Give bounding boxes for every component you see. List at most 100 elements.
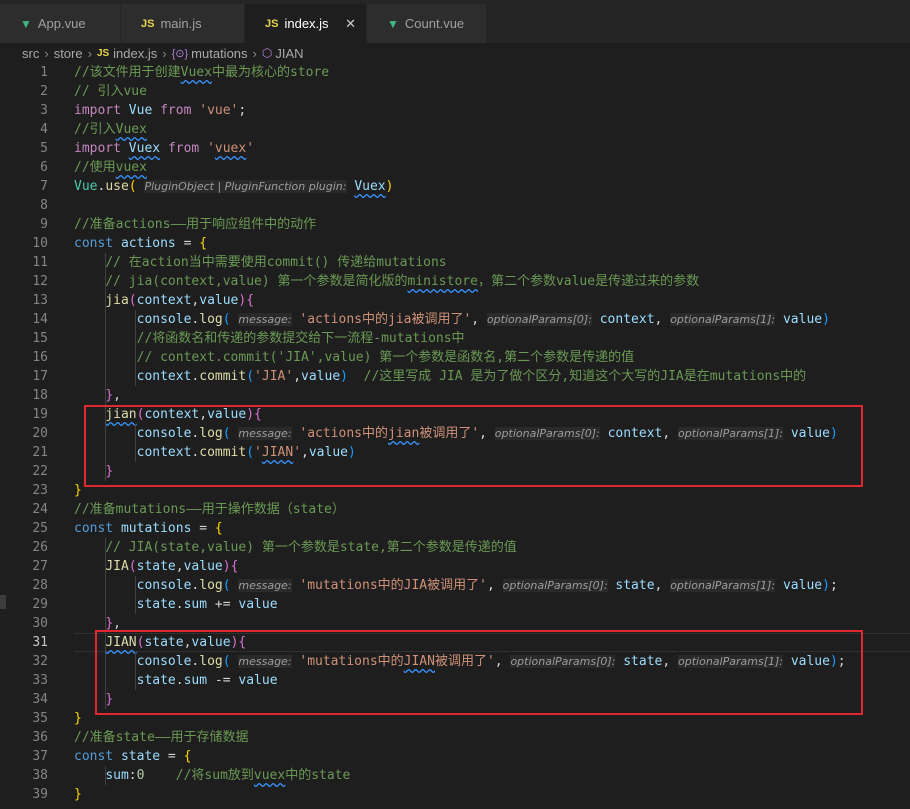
code-text: JIA(state,value){ — [74, 557, 238, 576]
code-line[interactable]: 39} — [0, 785, 910, 804]
line-number: 4 — [40, 122, 48, 137]
code-token: Vuex — [128, 141, 161, 156]
code-line[interactable]: 3 import Vue from 'vue'; — [0, 101, 910, 120]
code-line[interactable]: 5 import Vuex from 'vuex' — [0, 139, 910, 158]
code-text: import Vuex from 'vuex' — [74, 139, 254, 158]
code-line[interactable]: 12 // jia(context,value) 第一个参数是简化版的minis… — [0, 272, 910, 291]
line-number: 6 — [40, 160, 48, 175]
code-line[interactable]: 18 }, — [0, 386, 910, 405]
line-number: 5 — [40, 141, 48, 156]
code-token: , — [293, 369, 302, 384]
code-token: ) — [822, 578, 830, 593]
code-token: value — [238, 597, 278, 612]
code-token: console — [136, 312, 192, 327]
code-line[interactable]: 7 Vue.use( PluginObject | PluginFunction … — [0, 177, 910, 196]
line-number: 20 — [32, 426, 48, 441]
line-number: 30 — [32, 616, 48, 631]
breadcrumb-item[interactable]: mutations — [191, 46, 247, 61]
code-line[interactable]: 1 //该文件用于创建Vuex中最为核心的store — [0, 63, 910, 82]
line-number: 25 — [32, 521, 48, 536]
tab-app-vue[interactable]: ▼ App.vue — [0, 4, 120, 43]
js-file-icon: JS — [265, 17, 279, 30]
tab-label: main.js — [160, 16, 202, 31]
code-token: //将函数名和传递的参数提交给下一流程-mutations中 — [136, 331, 465, 346]
code-line[interactable]: 8 — [0, 196, 910, 215]
code-text: // jia(context,value) 第一个参数是简化版的ministor… — [74, 272, 699, 291]
code-line[interactable]: 11 // 在action当中需要使用commit() 传递给mutations — [0, 253, 910, 272]
tab-index-js[interactable]: JS index.js ✕ — [245, 4, 366, 43]
line-number: 21 — [32, 445, 48, 460]
breadcrumb-item[interactable]: index.js — [113, 46, 157, 61]
code-token: = — [175, 236, 200, 251]
inlay-hint: optionalParams[0]: — [502, 579, 608, 592]
code-line[interactable]: 29 state.sum += value — [0, 595, 910, 614]
line-number: 12 — [32, 274, 48, 289]
code-text: jia(context,value){ — [74, 291, 254, 310]
tab-bar: ▼ App.vue JS main.js JS index.js ✕ ▼ Count.vue — [0, 0, 910, 43]
code-line[interactable]: 36 //准备state——用于存储数据 — [0, 728, 910, 747]
code-text: //使用vuex — [74, 158, 147, 177]
code-line[interactable]: 24 //准备mutations——用于操作数据（state） — [0, 500, 910, 519]
code-token: // 在action当中需要使用commit() 传递给mutations — [105, 255, 447, 270]
line-number: 22 — [32, 464, 48, 479]
code-text: } — [74, 709, 82, 728]
code-text: const mutations = { — [74, 519, 223, 538]
code-line[interactable]: 14 console.log( message: 'actions中的jia被调… — [0, 310, 910, 329]
code-line[interactable]: 4 //引入Vuex — [0, 120, 910, 139]
code-text: import Vue from 'vue'; — [74, 101, 246, 120]
code-token: Vue — [128, 103, 153, 118]
code-token: = — [191, 521, 215, 536]
tab-count-vue[interactable]: ▼ Count.vue — [367, 4, 486, 43]
code-line[interactable]: 16 // context.commit('JIA',value) 第一个参数是… — [0, 348, 910, 367]
breadcrumb-item[interactable]: store — [54, 46, 83, 61]
code-line[interactable]: 38 sum:0 //将sum放到vuex中的state — [0, 766, 910, 785]
code-line[interactable]: 6 //使用vuex — [0, 158, 910, 177]
chevron-right-icon: › — [252, 45, 257, 61]
code-token: value — [782, 312, 823, 327]
code-line[interactable]: 15 //将函数名和传递的参数提交给下一流程-mutations中 — [0, 329, 910, 348]
chevron-right-icon: › — [162, 45, 167, 61]
code-token: , — [486, 578, 503, 593]
method-symbol-icon: ⬡ — [261, 46, 273, 60]
code-line[interactable]: 17 context.commit('JIA',value) //这里写成 JI… — [0, 367, 910, 386]
close-icon[interactable]: ✕ — [345, 16, 356, 32]
code-token: log — [199, 578, 223, 593]
code-text: Vue.use( PluginObject | PluginFunction p… — [74, 177, 393, 196]
tab-main-js[interactable]: JS main.js — [121, 4, 244, 43]
code-token: //将sum放到 — [175, 768, 254, 783]
breadcrumb-item[interactable]: JIAN — [275, 46, 303, 61]
code-text: console.log( message: 'mutations中的JIA被调用… — [74, 576, 838, 595]
code-token: //这里写成 JIA 是为了做个区分,知道这个大写的JIA是在mutations… — [363, 369, 807, 384]
code-line[interactable]: 10 const actions = { — [0, 234, 910, 253]
code-line[interactable]: 9 //准备actions——用于响应组件中的动作 — [0, 215, 910, 234]
line-number: 2 — [40, 84, 48, 99]
code-token: const — [74, 749, 114, 764]
code-token: ( — [222, 578, 231, 593]
breadcrumb-item[interactable]: src — [22, 46, 39, 61]
code-token: state — [136, 559, 176, 574]
code-line[interactable]: 28 console.log( message: 'mutations中的JIA… — [0, 576, 910, 595]
inlay-hint: optionalParams[1]: — [670, 313, 776, 326]
code-token: from — [167, 141, 200, 156]
code-text: }, — [74, 386, 121, 405]
vue-icon: ▼ — [20, 16, 32, 31]
js-file-icon: JS — [96, 47, 110, 59]
code-line[interactable]: 13 jia(context,value){ — [0, 291, 910, 310]
code-token: vuex — [115, 160, 147, 175]
line-number: 10 — [32, 236, 48, 251]
code-line[interactable]: 25 const mutations = { — [0, 519, 910, 538]
code-line[interactable]: 2 // 引入vue — [0, 82, 910, 101]
code-text: // 引入vue — [74, 82, 147, 101]
code-token: } — [74, 483, 82, 498]
code-line[interactable]: 37 const state = { — [0, 747, 910, 766]
tab-label: index.js — [284, 16, 329, 31]
line-number: 39 — [32, 787, 48, 802]
code-line[interactable]: 27 JIA(state,value){ — [0, 557, 910, 576]
line-number: 38 — [32, 768, 48, 783]
code-line[interactable]: 26 // JIA(state,value) 第一个参数是state,第二个参数… — [0, 538, 910, 557]
